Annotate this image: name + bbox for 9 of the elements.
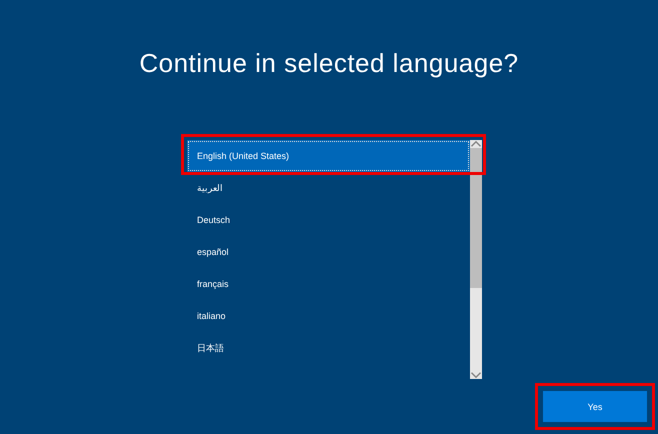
language-item[interactable]: العربية: [187, 172, 470, 204]
language-item[interactable]: italiano: [187, 300, 470, 332]
language-item[interactable]: Deutsch: [187, 204, 470, 236]
page-title: Continue in selected language?: [138, 48, 520, 80]
language-item[interactable]: English (United States): [187, 140, 470, 172]
yes-button[interactable]: Yes: [543, 391, 647, 422]
language-item[interactable]: français: [187, 268, 470, 300]
language-item[interactable]: español: [187, 236, 470, 268]
language-item[interactable]: 日本語: [187, 332, 470, 364]
